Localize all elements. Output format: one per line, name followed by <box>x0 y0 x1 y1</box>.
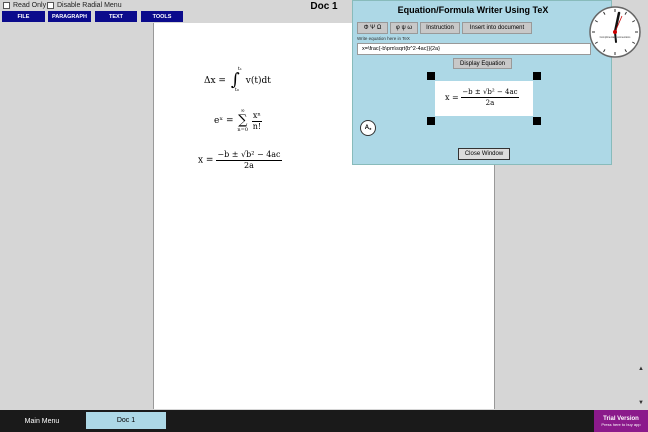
preview-denominator: 2a <box>485 99 495 107</box>
preview-equation: x = −b ± √b² − 4ac 2a <box>445 87 519 108</box>
eq3-lhs: x = <box>198 155 214 166</box>
doc-tab[interactable]: Doc 1 <box>86 412 166 429</box>
tab-uppercase-greek[interactable]: Φ Ψ Ω <box>357 22 388 34</box>
resize-handle-top-right[interactable] <box>533 72 541 80</box>
display-equation-button[interactable]: Display Equation <box>453 58 512 69</box>
document-title: Doc 1 <box>310 1 338 12</box>
trial-version-button[interactable]: Trial Version Press here to buy app <box>594 410 648 432</box>
read-only-label: Read Only <box>13 2 47 9</box>
insert-into-document-button[interactable]: Insert into document <box>462 22 532 34</box>
scroll-up-icon[interactable]: ▲ <box>638 366 644 372</box>
file-menu-button[interactable]: FILE <box>2 11 45 22</box>
taskbar: Main Menu Doc 1 Trial Version Press here… <box>0 410 648 432</box>
resize-handle-top-left[interactable] <box>427 72 435 80</box>
dialog-title: Equation/Formula Writer Using TeX <box>397 5 549 15</box>
eq2-denominator: n! <box>252 121 262 131</box>
eq2-lhs: eˣ = <box>214 116 234 126</box>
eq3-denominator: 2a <box>244 161 254 170</box>
clock-face-icon <box>589 6 641 58</box>
resize-handle-bottom-right[interactable] <box>533 117 541 125</box>
tab-instruction[interactable]: Instruction <box>420 22 460 34</box>
analog-clock: Complimentary connections <box>586 0 642 64</box>
tex-input-hint: Write equation here in TeX <box>357 36 410 41</box>
eq2-numerator: xⁿ <box>251 110 262 122</box>
equation-preview[interactable]: x = −b ± √b² − 4ac 2a <box>435 81 533 116</box>
tab-lowercase-greek[interactable]: φ ψ ω <box>390 22 418 34</box>
tools-menu-button[interactable]: TOOLS <box>141 11 183 22</box>
eq1-rhs: v(t)dt <box>245 76 271 86</box>
checkbox-box[interactable] <box>47 2 54 9</box>
integral-upper: t₁ <box>237 66 242 72</box>
main-menu-button[interactable]: Main Menu <box>16 410 68 432</box>
disable-radial-label: Disable Radial Menu <box>57 2 122 9</box>
integral-lower: t₀ <box>234 87 239 93</box>
preview-numerator: −b ± √b² − 4ac <box>461 88 519 98</box>
equation-quadratic: x = −b ± √b² − 4ac 2a <box>198 150 282 171</box>
equation-integral: Δx = ∫ t₁ t₀ v(t)dt <box>204 66 271 93</box>
sum-sign: ∞ ∑ n=0 <box>237 109 249 134</box>
equation-series: eˣ = ∞ ∑ n=0 xⁿ n! <box>214 109 262 133</box>
eq3-fraction: −b ± √b² − 4ac 2a <box>216 150 282 171</box>
text-menu-button[interactable]: TEXT <box>95 11 137 22</box>
clock-label: Complimentary connections <box>599 36 631 39</box>
tex-input[interactable]: x=\frac{-b\pm\sqrt{b^2-4ac}}{2a} <box>357 43 591 55</box>
trial-subtitle: Press here to buy app <box>601 421 641 427</box>
checkbox-box[interactable] <box>3 2 10 9</box>
disable-radial-menu-checkbox[interactable]: Disable Radial Menu <box>47 2 122 9</box>
resize-handle-bottom-left[interactable] <box>427 117 435 125</box>
sum-lower: n=0 <box>237 127 249 133</box>
equation-writer-dialog: Equation/Formula Writer Using TeX Φ Ψ Ω … <box>352 0 612 165</box>
preview-fraction: −b ± √b² − 4ac 2a <box>461 87 519 108</box>
read-only-checkbox[interactable]: Read Only <box>3 2 46 9</box>
close-window-button[interactable]: Close Window <box>458 148 510 160</box>
sum-symbol: ∑ <box>238 113 248 128</box>
eq1-lhs: Δx = <box>204 76 226 86</box>
font-size-button[interactable]: A ± <box>360 120 376 136</box>
scroll-down-icon[interactable]: ▼ <box>638 400 644 406</box>
eq2-fraction: xⁿ n! <box>251 110 262 132</box>
integral-sign: ∫ t₁ t₀ <box>229 66 243 93</box>
eq3-numerator: −b ± √b² − 4ac <box>216 150 282 161</box>
paragraph-menu-button[interactable]: PARAGRAPH <box>48 11 91 22</box>
preview-lhs: x = <box>445 93 459 102</box>
